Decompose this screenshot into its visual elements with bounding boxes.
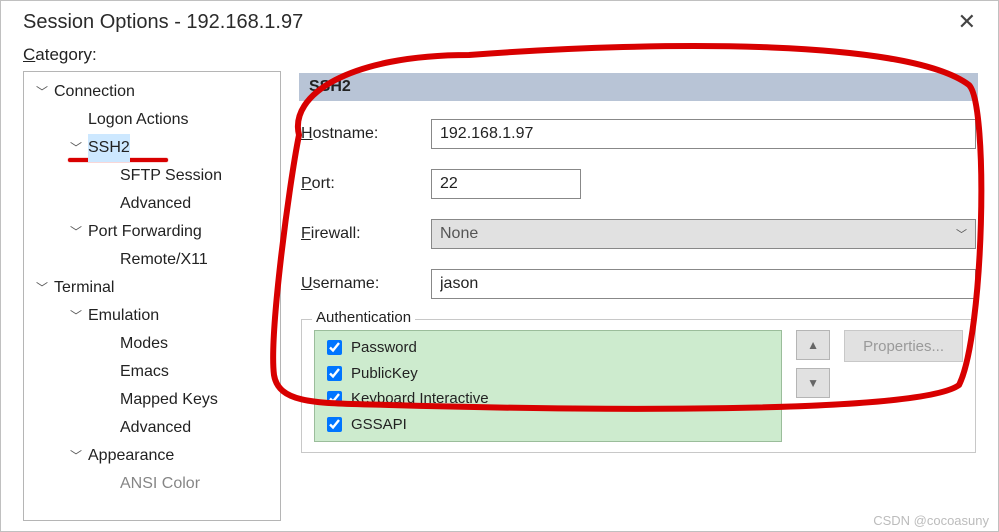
auth-item-keyboard-interactive[interactable]: Keyboard Interactive	[323, 386, 773, 412]
tree-item-ansi-color[interactable]: ANSI Color	[28, 470, 276, 498]
titlebar: Session Options - 192.168.1.97 ✕	[1, 1, 998, 45]
properties-button[interactable]: Properties...	[844, 330, 963, 362]
label-hostname: Hostname:	[301, 125, 431, 143]
auth-item-password[interactable]: Password	[323, 335, 773, 361]
tree-item-port-forwarding[interactable]: ﹀Port Forwarding	[28, 218, 276, 246]
tree-item-mapped-keys[interactable]: Mapped Keys	[28, 386, 276, 414]
move-up-button[interactable]: ▲	[796, 330, 830, 360]
chevron-down-icon: ﹀	[68, 222, 84, 243]
triangle-up-icon: ▲	[807, 338, 819, 352]
chevron-down-icon: ﹀	[68, 446, 84, 467]
auth-item-gssapi[interactable]: GSSAPI	[323, 412, 773, 438]
port-field[interactable]	[431, 169, 581, 199]
tree-item-advanced-emu[interactable]: Advanced	[28, 414, 276, 442]
section-header-ssh2: SSH2	[299, 73, 978, 101]
right-column: SSH2 Hostname: Port: Firewall: None ﹀	[299, 45, 984, 521]
tree-item-remote-x11[interactable]: Remote/X11	[28, 246, 276, 274]
watermark: CSDN @cocoasuny	[873, 513, 989, 528]
category-tree[interactable]: ﹀Connection Logon Actions ﹀SSH2 SFTP Ses…	[23, 71, 281, 521]
auth-checkbox[interactable]	[327, 391, 342, 406]
tree-item-sftp-session[interactable]: SFTP Session	[28, 162, 276, 190]
body: Category: ﹀Connection Logon Actions ﹀SSH…	[1, 45, 998, 531]
tree-item-logon-actions[interactable]: Logon Actions	[28, 106, 276, 134]
username-field[interactable]	[431, 269, 976, 299]
label-username: Username:	[301, 275, 431, 293]
auth-checkbox[interactable]	[327, 366, 342, 381]
auth-checkbox[interactable]	[327, 417, 342, 432]
tree-item-modes[interactable]: Modes	[28, 330, 276, 358]
chevron-down-icon: ﹀	[34, 278, 50, 299]
tree-item-terminal[interactable]: ﹀Terminal	[28, 274, 276, 302]
chevron-down-icon: ﹀	[68, 138, 84, 159]
tree-item-connection[interactable]: ﹀Connection	[28, 78, 276, 106]
hostname-field[interactable]	[431, 119, 976, 149]
auth-item-publickey[interactable]: PublicKey	[323, 361, 773, 387]
row-username: Username:	[301, 269, 976, 299]
label-port: Port:	[301, 175, 431, 193]
authentication-legend: Authentication	[312, 309, 415, 326]
move-down-button[interactable]: ▼	[796, 368, 830, 398]
triangle-down-icon: ▼	[807, 376, 819, 390]
tree-item-emulation[interactable]: ﹀Emulation	[28, 302, 276, 330]
auth-checkbox[interactable]	[327, 340, 342, 355]
tree-item-emacs[interactable]: Emacs	[28, 358, 276, 386]
chevron-down-icon: ﹀	[34, 82, 50, 103]
ssh2-form: Hostname: Port: Firewall: None ﹀ Usernam…	[299, 101, 978, 463]
chevron-down-icon: ﹀	[68, 306, 84, 327]
row-hostname: Hostname:	[301, 119, 976, 149]
firewall-select[interactable]: None ﹀	[431, 219, 976, 249]
tree-item-advanced[interactable]: Advanced	[28, 190, 276, 218]
authentication-fieldset: Authentication Password PublicKey Keyboa…	[301, 319, 976, 453]
auth-controls: ▲ ▼	[796, 330, 830, 398]
row-port: Port:	[301, 169, 976, 199]
auth-body: Password PublicKey Keyboard Interactive …	[314, 330, 963, 442]
session-options-window: Session Options - 192.168.1.97 ✕ Categor…	[0, 0, 999, 532]
left-column: Category: ﹀Connection Logon Actions ﹀SSH…	[23, 45, 281, 521]
auth-list[interactable]: Password PublicKey Keyboard Interactive …	[314, 330, 782, 442]
category-label: Category:	[23, 45, 281, 65]
label-firewall: Firewall:	[301, 225, 431, 243]
window-title: Session Options - 192.168.1.97	[23, 11, 303, 34]
row-firewall: Firewall: None ﹀	[301, 219, 976, 249]
chevron-down-icon: ﹀	[956, 226, 967, 242]
firewall-value: None	[440, 225, 478, 243]
close-icon[interactable]: ✕	[950, 9, 984, 35]
tree-item-appearance[interactable]: ﹀Appearance	[28, 442, 276, 470]
